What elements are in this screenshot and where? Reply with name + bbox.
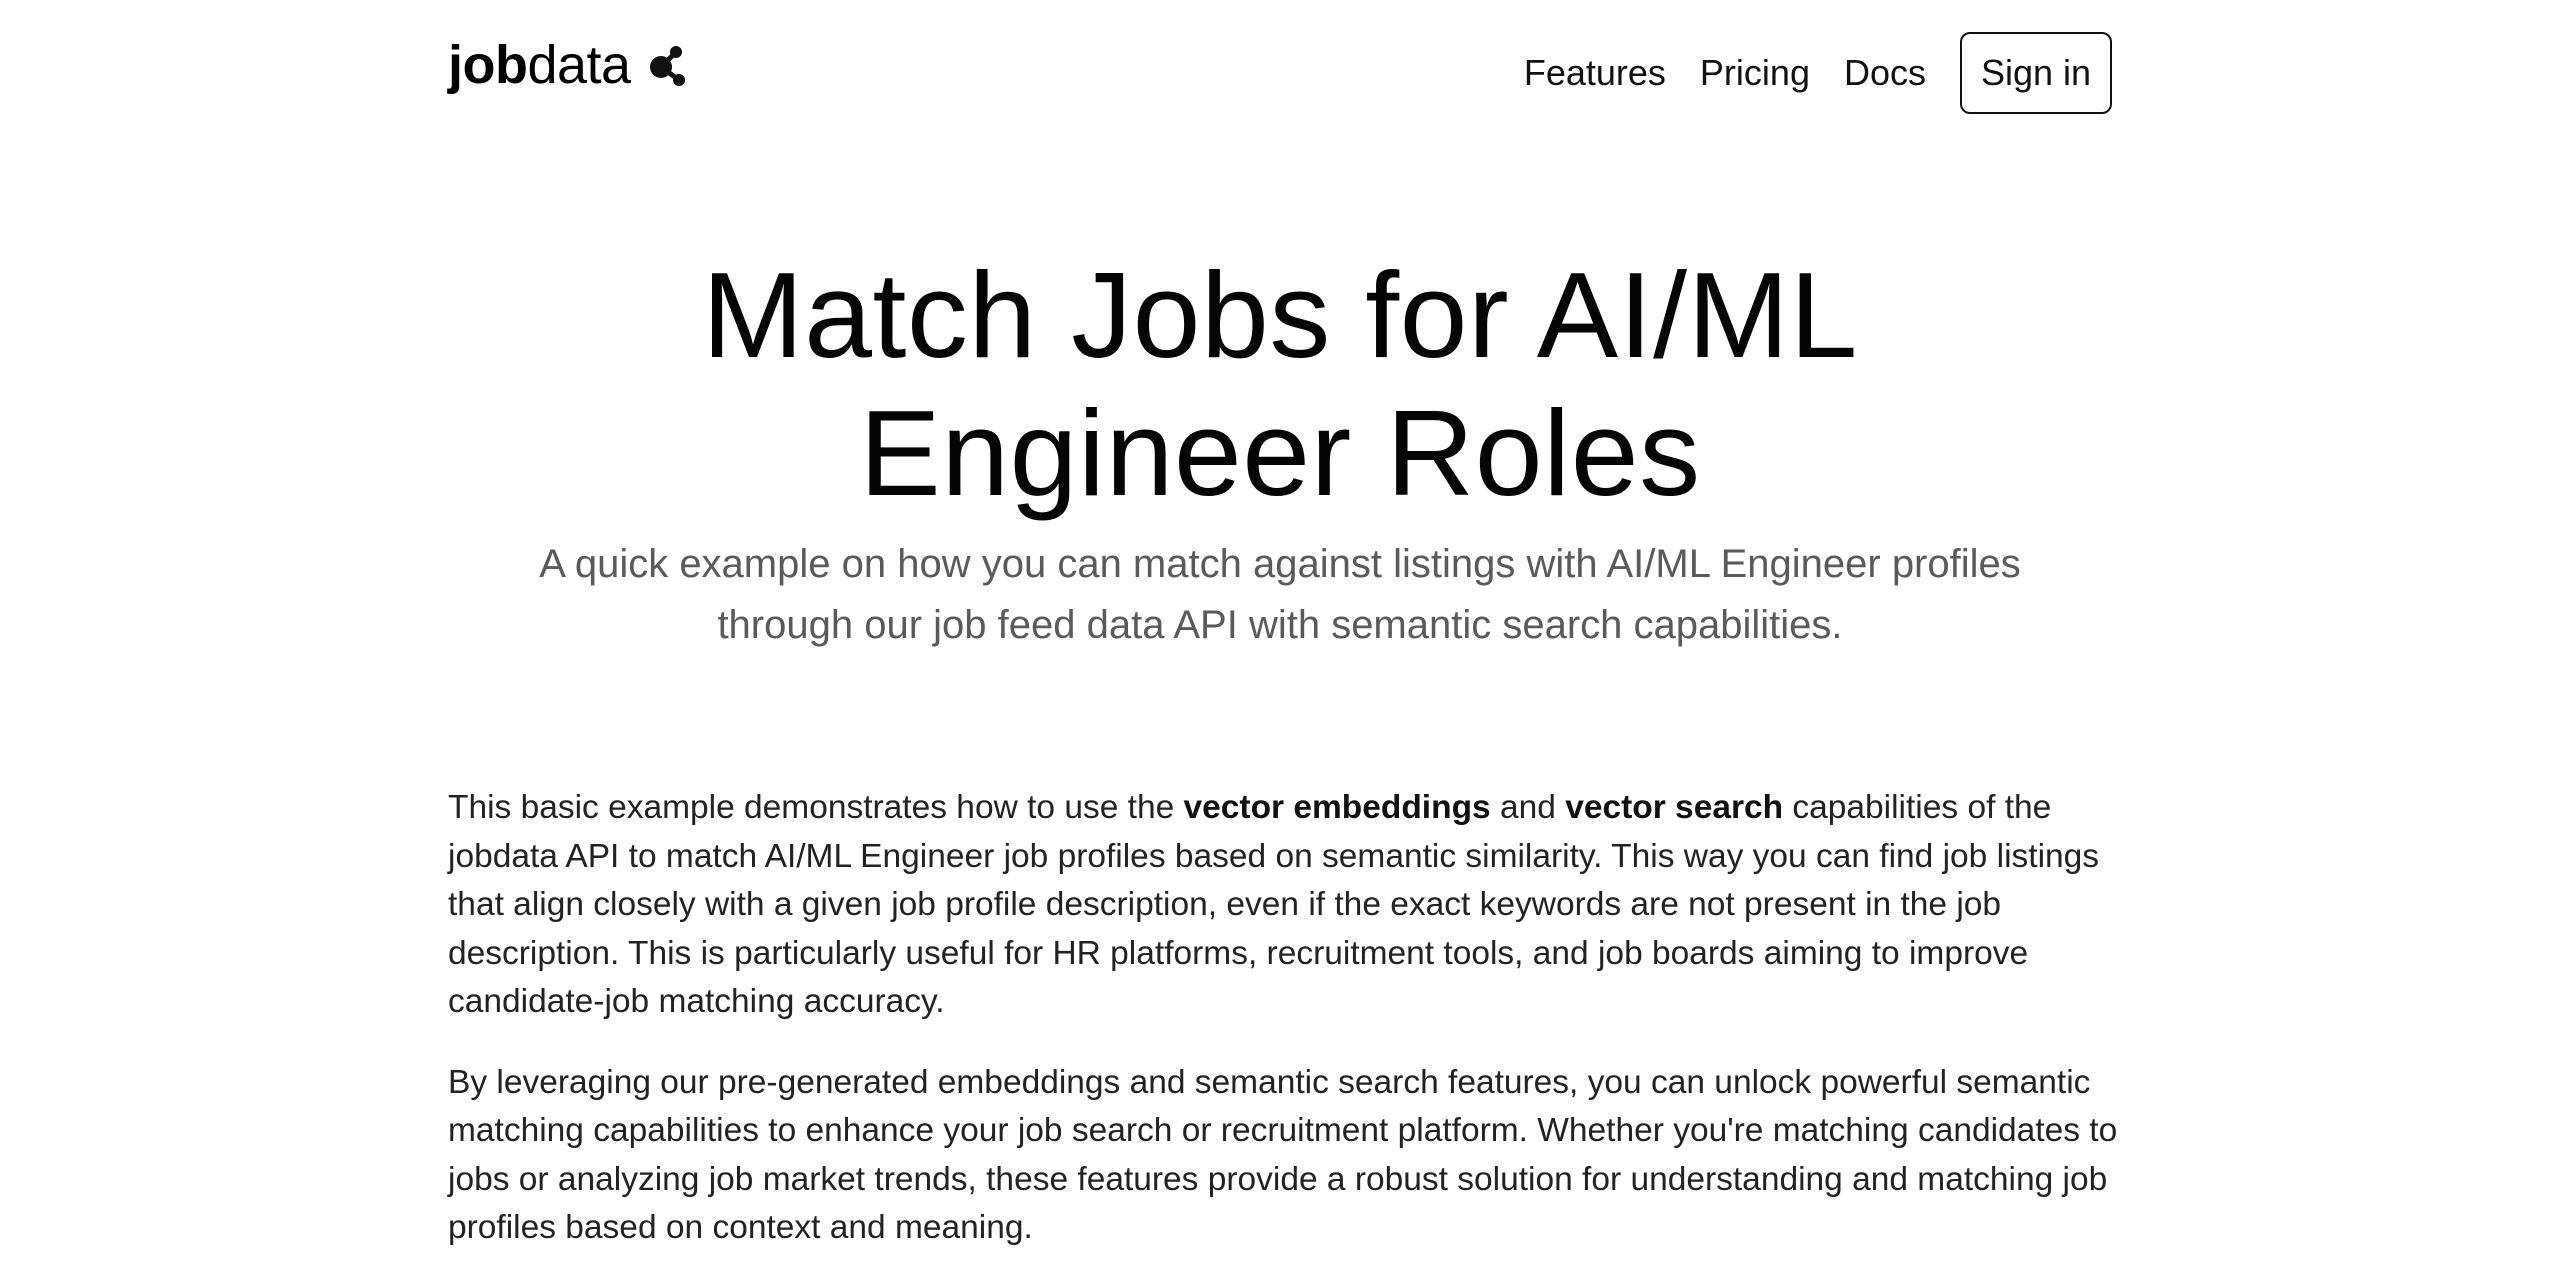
article-body: This basic example demonstrates how to u… <box>448 784 2148 1280</box>
hero-title-line2: Engineer Roles <box>859 385 1701 521</box>
intro-paragraph: This basic example demonstrates how to u… <box>448 784 2148 1027</box>
p1-text-a: This basic example demonstrates how to u… <box>448 789 1184 826</box>
page: job data Features Pricing Docs Sign in Ma… <box>0 0 2560 1280</box>
molecule-icon <box>649 46 685 86</box>
p1-bold-embeddings: vector embeddings <box>1183 789 1491 826</box>
nav-features[interactable]: Features <box>1524 52 1666 94</box>
hero-title-line1: Match Jobs for AI/ML <box>702 247 1858 383</box>
hero-subtitle-line2: through our job feed data API with seman… <box>717 603 1843 647</box>
hero-subtitle: A quick example on how you can match aga… <box>480 534 2080 656</box>
second-paragraph: By leveraging our pre-generated embeddin… <box>448 1063 2118 1247</box>
logo-text-light: data <box>527 35 631 95</box>
site-header: job data Features Pricing Docs Sign in <box>448 30 2112 120</box>
logo-link[interactable]: job data <box>448 38 687 92</box>
hero-subtitle-line1: A quick example on how you can match aga… <box>539 542 2021 586</box>
p1-text-c: and <box>1490 789 1566 826</box>
nav-docs[interactable]: Docs <box>1844 52 1926 94</box>
logo-text-bold: job <box>448 35 528 95</box>
nav-pricing[interactable]: Pricing <box>1700 52 1810 94</box>
signin-button[interactable]: Sign in <box>1960 32 2112 114</box>
main-nav: Features Pricing Docs Sign in <box>1524 30 2112 116</box>
p1-bold-search: vector search <box>1565 789 1784 826</box>
hero-title: Match Jobs for AI/ML Engineer Roles <box>0 246 2560 522</box>
